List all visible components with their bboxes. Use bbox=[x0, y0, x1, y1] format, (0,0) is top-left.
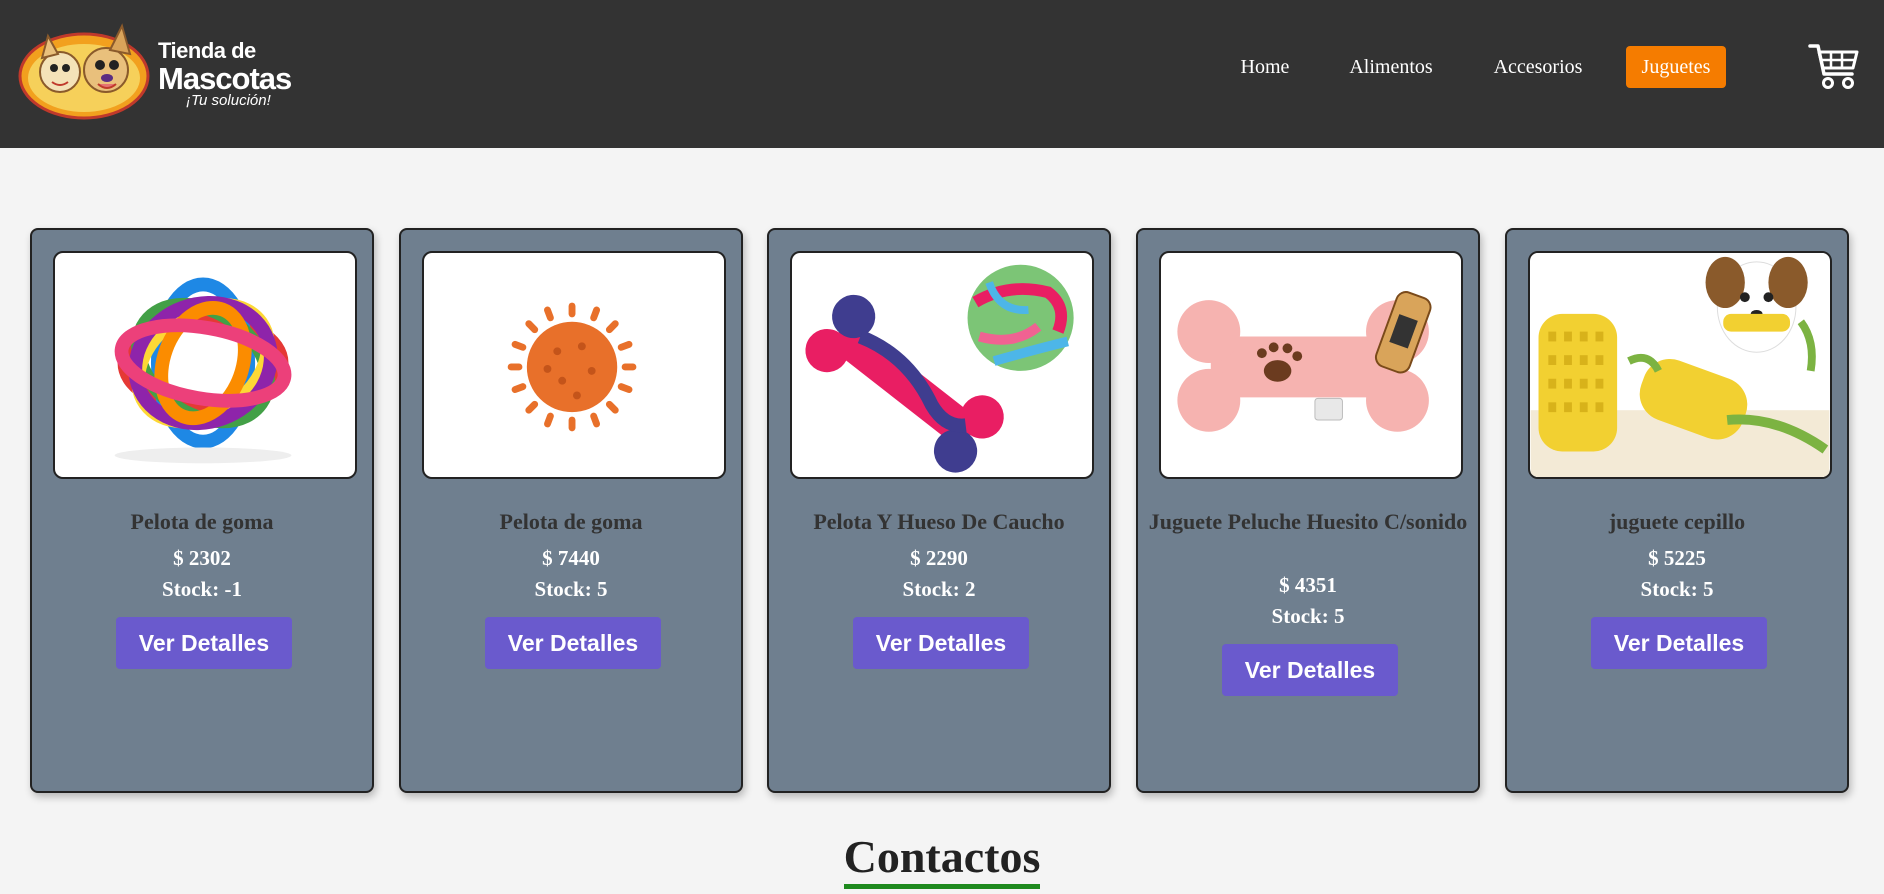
product-image bbox=[53, 251, 357, 479]
brand-tagline: ¡Tu solución! bbox=[186, 92, 271, 109]
product-image bbox=[1528, 251, 1832, 479]
product-card: Pelota de goma $ 2302 Stock: -1 Ver Deta… bbox=[30, 228, 374, 793]
product-image bbox=[422, 251, 726, 479]
view-details-button[interactable]: Ver Detalles bbox=[853, 617, 1029, 669]
product-title: Pelota Y Hueso De Caucho bbox=[813, 509, 1065, 534]
product-price: $ 4351 bbox=[1279, 573, 1337, 597]
product-price: $ 2302 bbox=[173, 546, 231, 570]
product-stock: Stock: 5 bbox=[1640, 577, 1714, 601]
pink-plush-bone-icon bbox=[1177, 291, 1432, 432]
view-details-button[interactable]: Ver Detalles bbox=[1222, 644, 1398, 696]
product-title: juguete cepillo bbox=[1608, 509, 1746, 534]
nav-accesorios[interactable]: Accesorios bbox=[1480, 46, 1596, 88]
logo[interactable]: Tienda de Mascotas ¡Tu solución! bbox=[18, 18, 292, 120]
product-stock: Stock: 2 bbox=[902, 577, 976, 601]
nav-alimentos[interactable]: Alimentos bbox=[1340, 46, 1442, 88]
product-title: Pelota de goma bbox=[130, 509, 274, 534]
product-card: Pelota Y Hueso De Caucho $ 2290 Stock: 2… bbox=[767, 228, 1111, 793]
contact-heading-text: Contactos bbox=[843, 830, 1041, 889]
colorful-ring-ball-icon bbox=[114, 277, 292, 464]
contact-section-title: Contactos bbox=[0, 830, 1884, 889]
product-card: juguete cepillo $ 5225 Stock: 5 Ver Deta… bbox=[1505, 228, 1849, 793]
product-title: Juguete Peluche Huesito C/sonido bbox=[1148, 509, 1468, 534]
product-stock: Stock: 5 bbox=[534, 577, 608, 601]
pet-mascot-logo-icon bbox=[18, 23, 150, 120]
product-title: Pelota de goma bbox=[499, 509, 643, 534]
view-details-button[interactable]: Ver Detalles bbox=[116, 617, 292, 669]
product-image bbox=[1159, 251, 1463, 479]
view-details-button[interactable]: Ver Detalles bbox=[485, 617, 661, 669]
product-price: $ 5225 bbox=[1648, 546, 1706, 570]
product-card: Juguete Peluche Huesito C/sonido $ 4351 … bbox=[1136, 228, 1480, 793]
product-image bbox=[790, 251, 1094, 479]
site-header: Tienda de Mascotas ¡Tu solución! Home Al… bbox=[0, 0, 1884, 148]
orange-spiky-ball-icon bbox=[507, 302, 637, 432]
view-details-button[interactable]: Ver Detalles bbox=[1591, 617, 1767, 669]
nav-juguetes[interactable]: Juguetes bbox=[1626, 46, 1726, 88]
product-stock: Stock: -1 bbox=[162, 577, 242, 601]
shopping-cart-icon[interactable] bbox=[1808, 40, 1860, 92]
nav-home[interactable]: Home bbox=[1222, 46, 1308, 88]
corn-brush-toy-with-dog-icon bbox=[1530, 253, 1830, 477]
rubber-bone-and-ball-icon bbox=[805, 264, 1074, 473]
product-price: $ 2290 bbox=[910, 546, 968, 570]
product-stock: Stock: 5 bbox=[1271, 604, 1345, 628]
product-price: $ 7440 bbox=[542, 546, 600, 570]
product-card: Pelota de goma $ 7440 Stock: 5 Ver Detal… bbox=[399, 228, 743, 793]
